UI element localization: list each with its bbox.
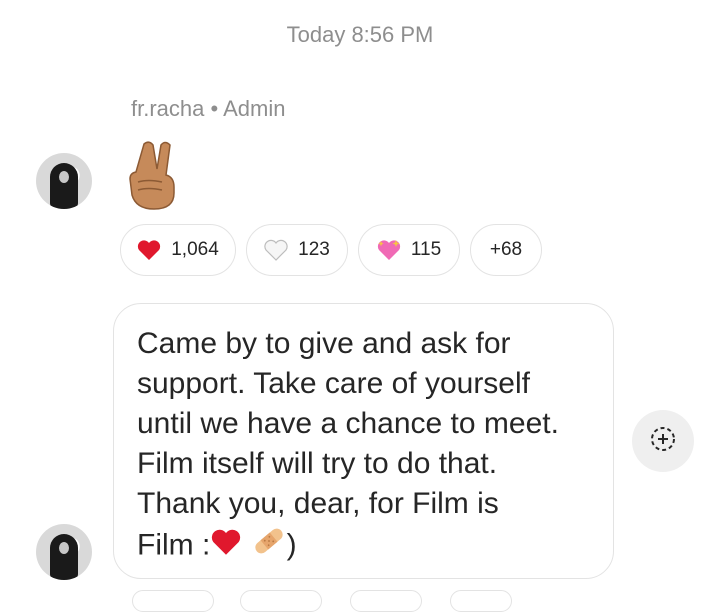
message-bubble[interactable]: Came by to give and ask for support. Tak… (113, 303, 614, 579)
reaction-pill-white-heart[interactable]: 123 (246, 224, 348, 276)
message-timestamp: Today 8:56 PM (286, 22, 434, 47)
reaction-more-count: +68 (489, 239, 523, 260)
next-reaction-pill (132, 590, 214, 612)
sender-label: fr.racha • Admin (131, 96, 286, 121)
reaction-pill-sparkling-heart[interactable]: 115 (358, 224, 460, 276)
avatar[interactable] (36, 153, 92, 209)
reaction-count: 1,064 (171, 239, 219, 260)
message-line: Film : (137, 528, 211, 562)
next-reaction-pill (450, 590, 512, 612)
avatar[interactable] (36, 524, 92, 580)
message-line: support. Take care of yourself (137, 367, 530, 400)
message-line: Came by to give and ask for (137, 327, 511, 360)
white-heart-icon (264, 239, 288, 261)
message-line: Thank you, dear, for Film is (137, 487, 499, 520)
sparkling-heart-icon (377, 239, 401, 261)
red-heart-icon (137, 239, 161, 261)
reaction-count: 115 (410, 239, 442, 260)
reaction-count: 123 (298, 239, 330, 260)
next-reaction-pill (350, 590, 422, 612)
victory-hand-emoji[interactable] (124, 138, 184, 210)
message-line: until we have a chance to meet. (137, 407, 559, 440)
adhesive-bandage-icon (251, 524, 287, 569)
next-reaction-pill (240, 590, 322, 612)
message-text: Came by to give and ask for support. Tak… (137, 324, 591, 569)
red-heart-icon (210, 527, 242, 567)
reaction-bar: 1,064 123 115 +68 (120, 224, 542, 276)
add-reaction-button[interactable] (632, 410, 694, 472)
message-line: ) (286, 528, 297, 562)
reaction-pill-red-heart[interactable]: 1,064 (120, 224, 236, 276)
message-line: Film itself will try to do that. (137, 447, 498, 480)
add-reaction-icon (648, 424, 678, 459)
reaction-pill-more[interactable]: +68 (470, 224, 542, 276)
